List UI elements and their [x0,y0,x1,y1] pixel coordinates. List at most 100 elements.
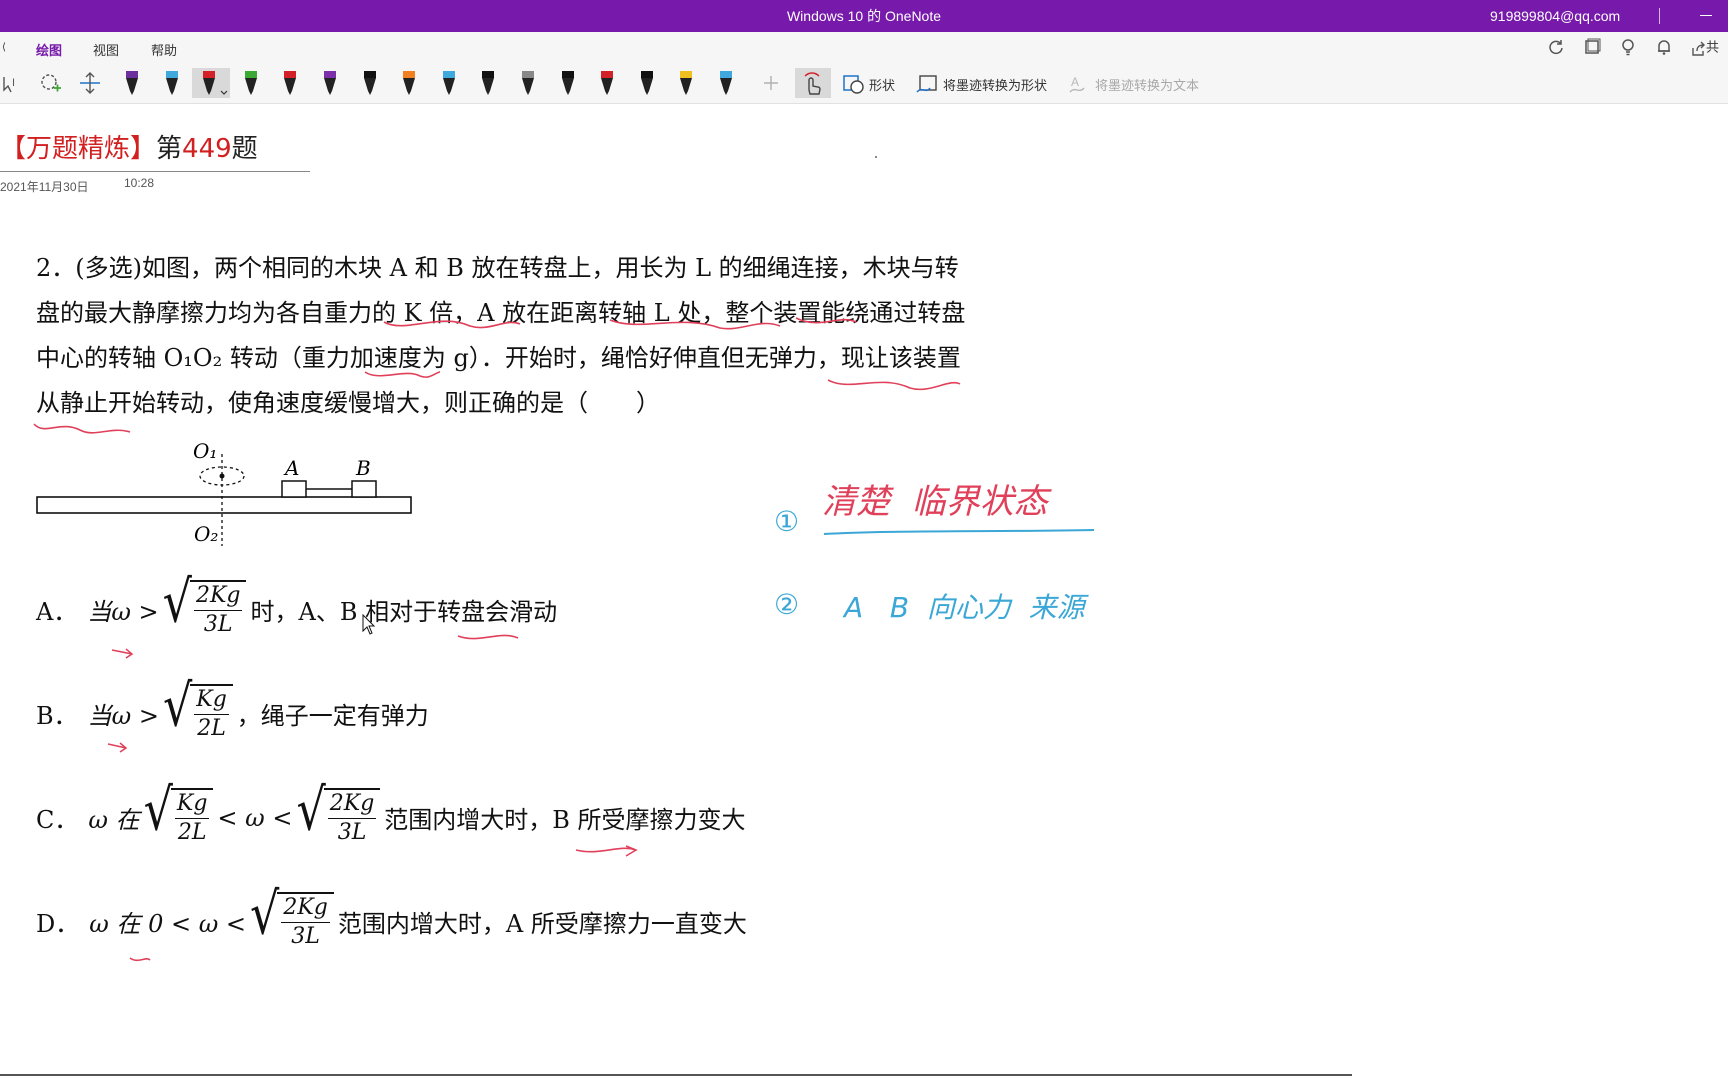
option-b-label: B． [36,702,78,730]
question-text[interactable]: 2．(多选)如图，两个相同的木块 A 和 B 放在转盘上，用长为 L 的细绳连接… [36,246,966,426]
label-o2: O₂ [194,522,218,546]
option-c-num1: Kg [174,790,210,819]
select-tool-icon[interactable]: I [0,68,28,98]
pen-14-icon[interactable] [633,68,661,98]
page-time: 10:28 [124,176,155,190]
pen-10-icon[interactable] [474,68,502,98]
option-c-post: 范围内增大时，B 所受摩擦力变大 [384,806,746,834]
pen-13-icon[interactable] [593,68,621,98]
notebook-icon[interactable] [1582,38,1602,58]
pen-5-icon[interactable] [276,68,304,98]
option-d-label: D． [36,910,80,938]
option-b-post: ，绳子一定有弹力 [236,702,429,730]
pen-4-icon[interactable] [237,68,265,98]
account-email[interactable]: 919899804@qq.com [1490,0,1620,32]
title-bar: Windows 10 的 OneNote 919899804@qq.com [0,0,1728,32]
page-title[interactable]: 【万题精炼】第449题 [0,128,258,165]
ink-note1-text: 清楚 临界状态 [822,482,1048,522]
title-suffix: 题 [231,134,258,164]
ink-to-shape-icon[interactable] [914,68,942,98]
add-space-icon[interactable] [76,68,104,98]
pen-9-icon[interactable] [435,68,463,98]
ink-to-text-icon[interactable]: A [1066,68,1094,98]
label-a: A [283,456,299,480]
turntable-bar [36,496,412,514]
pen-6-icon[interactable] [316,68,344,98]
ink-note2-text: A B 向心力 来源 [844,591,1085,624]
option-b-num: Kg [194,686,229,715]
svg-text:A: A [1071,75,1079,89]
turntable-figure: O₁ O₂ A B [36,439,412,546]
ink-to-text-label: 将墨迹转换为文本 [1095,78,1200,93]
pen-3-icon[interactable] [192,68,230,98]
ink-note1-number: ① [774,505,800,538]
ink-to-shape-label[interactable]: 将墨迹转换为形状 [943,75,1047,94]
option-c-pre: ω 在 [88,806,140,834]
option-a-post: 时，A、B 相对于转盘会滑动 [250,598,558,626]
option-b-pre: 当ω > [87,702,159,730]
option-c[interactable]: C． ω 在 √ Kg 2L < ω < √ 2Kg 3L 范围内增大时，B 所受摩擦力… [36,781,746,847]
tab-view[interactable]: 视图 [93,40,119,59]
bell-icon[interactable] [1654,38,1674,58]
option-d-den: 3L [291,924,320,949]
label-b: B [355,456,371,480]
option-a-sqrt: √ 2Kg 3L [163,573,247,639]
option-d[interactable]: D． ω 在 0 < ω < √ 2Kg 3L 范围内增大时，A 所受摩擦力一直变大 [36,885,747,951]
lasso-select-icon[interactable] [37,68,65,98]
option-a[interactable]: A． 当ω > √ 2Kg 3L 时，A、B 相对于转盘会滑动 [36,573,558,639]
option-a-num: 2Kg [193,582,243,611]
touch-draw-toggle[interactable] [795,68,831,98]
onenote-window: Windows 10 的 OneNote 919899804@qq.com ⟨ … [0,0,1728,1080]
pen-8-icon[interactable] [395,68,423,98]
draw-toolbar: I 形状 将墨迹转换为形状 A 将墨迹转换为文本 [0,62,1728,104]
minimize-icon[interactable] [1700,15,1712,16]
axis-dot [219,473,225,479]
ink-note2-number: ② [774,588,800,621]
pen-15-icon[interactable] [672,68,700,98]
pen-16-icon[interactable] [712,68,740,98]
option-c-mid: < ω < [217,803,293,832]
sync-icon[interactable] [1546,38,1566,58]
share-button[interactable]: 共 [1690,38,1728,58]
tab-help[interactable]: 帮助 [151,40,177,59]
lightbulb-icon[interactable] [1618,38,1638,58]
option-c-den1: 2L [177,820,207,845]
option-c-num2: 2Kg [327,790,377,819]
option-c-den2: 3L [337,820,367,845]
title-separator [1659,8,1660,24]
block-b [351,480,377,498]
tab-draw[interactable]: 绘图 [36,40,63,65]
option-c-sqrt-1: √ Kg 2L [144,781,214,847]
pen-2-icon[interactable] [158,68,186,98]
option-d-post: 范围内增大时，A 所受摩擦力一直变大 [337,910,747,938]
title-bracket: 【万题精炼】 [0,134,157,164]
option-a-pre: 当ω > [87,598,159,626]
block-a [281,480,307,498]
option-d-pre: ω 在 0 < ω < [89,910,247,938]
stray-dot [875,156,877,158]
title-prefix: 第 [156,134,183,164]
label-o1: O₁ [193,439,217,463]
svg-text:I: I [12,77,15,89]
option-c-label: C． [36,806,79,834]
option-d-num: 2Kg [281,894,330,923]
option-b-sqrt: √ Kg 2L [163,677,233,743]
option-d-sqrt: √ 2Kg 3L [250,885,334,951]
option-b[interactable]: B． 当ω > √ Kg 2L ，绳子一定有弹力 [36,677,429,743]
option-c-sqrt-2: √ 2Kg 3L [296,781,381,847]
window-title: Windows 10 的 OneNote [786,8,942,24]
pen-7-icon[interactable] [356,68,384,98]
back-icon[interactable]: ⟨ [2,42,6,53]
shapes-icon[interactable] [840,68,868,98]
add-pen-icon[interactable] [757,68,785,98]
option-a-label: A． [36,598,78,626]
pen-12-icon[interactable] [554,68,582,98]
title-underline [0,171,310,172]
pen-11-icon[interactable] [514,68,542,98]
pen-1-icon[interactable] [118,68,146,98]
option-a-den: 3L [203,612,233,637]
shapes-label[interactable]: 形状 [869,75,895,94]
share-label: 共 [1706,40,1720,56]
page-date: 2021年11月30日 [0,180,89,194]
title-number: 449 [182,134,232,164]
